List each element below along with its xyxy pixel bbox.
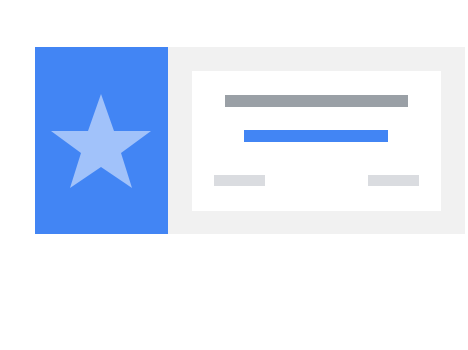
content-card: [192, 71, 441, 211]
star-icon: [51, 94, 151, 188]
accent-placeholder-bar: [244, 130, 388, 142]
right-footer-placeholder-bar: [368, 175, 419, 186]
rating-card-illustration: [0, 0, 468, 350]
title-placeholder-bar: [225, 95, 408, 107]
left-footer-placeholder-bar: [214, 175, 265, 186]
